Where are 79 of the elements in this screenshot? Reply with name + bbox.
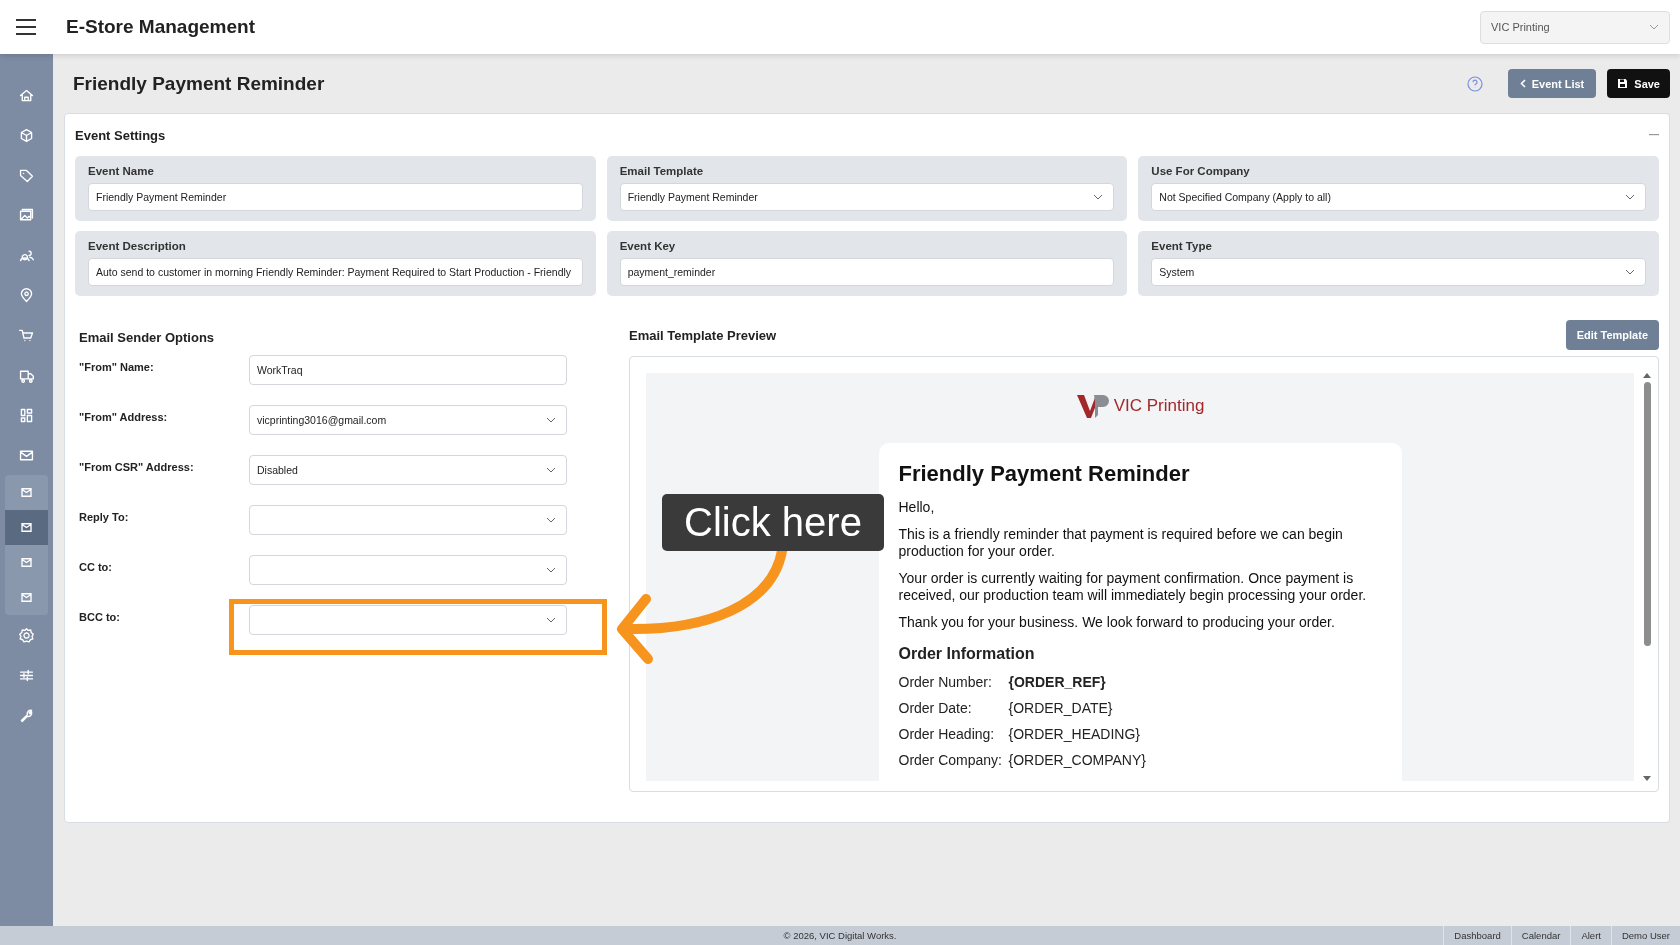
select-field[interactable]: [249, 505, 567, 535]
mail-icon: [19, 485, 34, 500]
footer-link[interactable]: Dashboard: [1443, 926, 1511, 945]
section-title: Event Settings: [75, 127, 166, 143]
callout-label: Click here: [662, 494, 884, 551]
logo-icon: [1075, 393, 1110, 419]
footer-link[interactable]: Calendar: [1510, 926, 1571, 945]
chevron-down-icon: [546, 517, 556, 523]
email-subheading: Order Information: [898, 645, 1036, 663]
menu-icon[interactable]: [15, 18, 37, 36]
chevron-down-icon: [1093, 194, 1104, 200]
scrollbar[interactable]: [1642, 373, 1652, 781]
select-field[interactable]: [249, 555, 567, 585]
company-select[interactable]: VIC Printing: [1480, 10, 1670, 44]
logo-text: VIC Printing: [1113, 396, 1205, 416]
input-field[interactable]: Friendly Payment Reminder: [88, 183, 583, 211]
input-field[interactable]: WorkTraq: [249, 355, 567, 385]
app-title: E-Store Management: [66, 16, 255, 38]
select-field[interactable]: System: [1151, 258, 1646, 286]
scroll-down-icon[interactable]: [1643, 776, 1651, 781]
field-label: "From" Address:: [79, 410, 169, 423]
info-label: Order Company:: [898, 752, 1003, 768]
info-value: {ORDER_HEADING}: [1008, 726, 1140, 742]
grid-icon: [18, 406, 35, 424]
select-field[interactable]: Not Specified Company (Apply to all): [1151, 183, 1646, 211]
field-label: CC to:: [79, 560, 113, 573]
chevron-down-icon: [1649, 24, 1659, 30]
mail-icon: [19, 520, 34, 535]
field-label: Reply To:: [79, 510, 130, 523]
select-field[interactable]: Disabled: [249, 455, 567, 485]
section-title: Email Sender Options: [79, 330, 216, 345]
info-value: {ORDER_DATE}: [1008, 700, 1113, 716]
chevron-down-icon: [546, 617, 556, 623]
help-icon[interactable]: [1466, 75, 1483, 92]
chevron-down-icon: [546, 417, 556, 423]
chevron-left-icon: [1519, 79, 1526, 88]
chevron-down-icon: [546, 567, 556, 573]
email-paragraph: Your order is currently waiting for payment confirmation. Once payment is received, our production team will immediately begin processing your order.: [898, 570, 1368, 604]
select-field[interactable]: [249, 605, 567, 635]
info-value: {ORDER_COMPANY}: [1008, 752, 1146, 768]
field-label: BCC to:: [79, 610, 121, 623]
field-label: Event Description: [88, 240, 187, 252]
chevron-down-icon: [1625, 194, 1635, 200]
email-paragraph: Hello,: [898, 499, 936, 516]
scroll-up-icon[interactable]: [1643, 373, 1651, 378]
field-label: Event Type: [1151, 240, 1213, 252]
info-value: {ORDER_REF}: [1008, 674, 1106, 690]
section-title: Email Template Preview: [629, 327, 777, 343]
email-paragraph: Thank you for your business. We look forward to producing your order.: [898, 614, 1336, 631]
footer-link[interactable]: Demo User: [1610, 926, 1680, 945]
copyright-text: © 2026, VIC Digital Works.: [783, 930, 897, 941]
event-list-button[interactable]: Event List: [1507, 69, 1597, 98]
mail-icon: [19, 555, 34, 570]
field-label: Event Name: [88, 165, 155, 177]
save-button[interactable]: Save: [1607, 69, 1670, 98]
field-label: Email Template: [619, 165, 705, 177]
edit-template-button[interactable]: Edit Template: [1565, 320, 1659, 350]
location-pin-icon: [18, 286, 35, 304]
cube-icon: [18, 126, 35, 144]
input-field[interactable]: payment_reminder: [619, 258, 1115, 286]
email-heading: Friendly Payment Reminder: [898, 461, 1191, 487]
chevron-down-icon: [546, 467, 556, 473]
select-field[interactable]: vicprinting3016@gmail.com: [249, 405, 567, 435]
footer-link[interactable]: Alert: [1570, 926, 1611, 945]
field-label: "From CSR" Address:: [79, 460, 195, 473]
gear-icon: [18, 626, 35, 644]
email-paragraph: This is a friendly reminder that payment is required before we can begin production for your order.: [898, 526, 1344, 560]
info-label: Order Date:: [898, 700, 973, 716]
mail-icon: [19, 590, 34, 605]
page-title: Friendly Payment Reminder: [73, 72, 325, 95]
select-field[interactable]: Friendly Payment Reminder: [619, 183, 1115, 211]
field-label: Use For Company: [1151, 165, 1251, 177]
info-label: Order Number:: [898, 674, 993, 690]
chevron-down-icon: [1625, 269, 1635, 275]
sidebar-subitem[interactable]: [5, 510, 48, 545]
input-field[interactable]: Auto send to customer in morning Friendly Reminder: Payment Required to Start Production - Friendly: [88, 258, 583, 286]
field-label: Event Key: [619, 240, 677, 252]
info-label: Order Heading:: [898, 726, 996, 742]
field-label: "From" Name:: [79, 360, 155, 373]
